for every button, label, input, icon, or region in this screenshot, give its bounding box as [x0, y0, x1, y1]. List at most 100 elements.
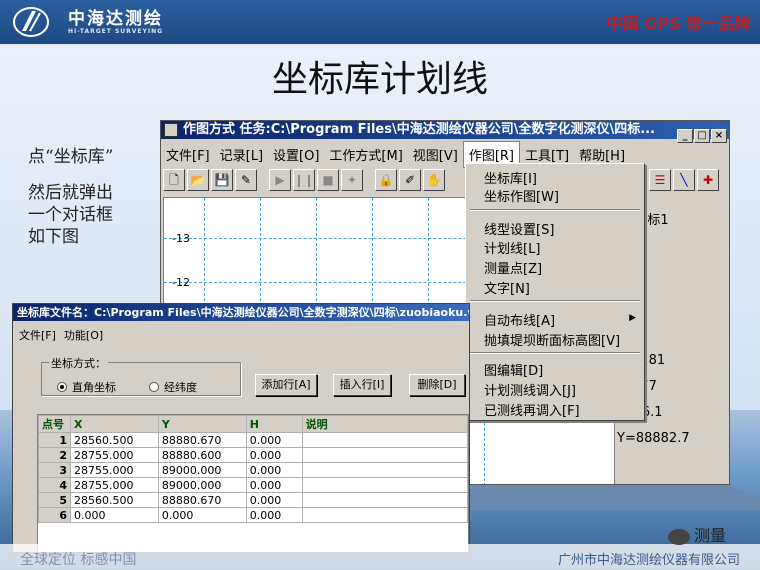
menu-item-measure-point[interactable]: 测量点[Z]: [484, 258, 542, 277]
edit-icon[interactable]: ✎: [235, 169, 257, 191]
cell-h[interactable]: 0.000: [245, 462, 303, 478]
cell-y[interactable]: 0.000: [157, 507, 247, 523]
menu-item-section-chart[interactable]: 抛填堤坝断面标高图[V]: [484, 330, 620, 349]
line-draw-icon[interactable]: ╲: [673, 169, 695, 191]
dialog-menu-function[interactable]: 功能[O]: [64, 329, 103, 342]
cell-x[interactable]: 28560.500: [69, 492, 159, 508]
dialog-menu-file[interactable]: 文件[F]: [19, 329, 56, 342]
note-line-3: 一个对话框: [28, 205, 113, 225]
crosshair-icon[interactable]: ✚: [697, 169, 719, 191]
cell-x[interactable]: 28755.000: [69, 462, 159, 478]
radio-rectangular[interactable]: 直角坐标: [57, 379, 116, 395]
menu-item-edit-drawing[interactable]: 图编辑[D]: [484, 360, 543, 379]
radio-unchecked-icon: [149, 382, 159, 392]
coord-library-dialog: 坐标库文件名：C:\Program Files\中海达测绘仪器公司\全数字测深仪…: [12, 303, 470, 553]
radio-checked-icon: [57, 382, 67, 392]
menu-item-reload-measured[interactable]: 已测线再调入[F]: [484, 400, 580, 419]
new-file-icon[interactable]: 🗋: [163, 169, 185, 191]
menu-separator: [470, 209, 640, 211]
cell-x[interactable]: 28560.500: [69, 432, 159, 448]
hand-icon[interactable]: ✋: [423, 169, 445, 191]
insert-row-button[interactable]: 插入行[I]: [333, 374, 391, 396]
note-line-1: 点“坐标库”: [28, 147, 114, 167]
col-header-y: Y: [157, 415, 247, 433]
drawing-window-title: 作图方式 任务:C:\Program Files\中海达测绘仪器公司\全数字化测…: [161, 121, 729, 139]
cell-note[interactable]: [301, 432, 468, 448]
col-header-x: X: [69, 415, 159, 433]
window-controls: _ □ ×: [676, 123, 727, 143]
cell-y[interactable]: 88880.600: [157, 447, 247, 463]
menu-settings[interactable]: 设置[O]: [268, 142, 324, 167]
cell-x[interactable]: 0.000: [69, 507, 159, 523]
menubar: 文件[F] 记录[L] 设置[O] 工作方式[M] 视图[V] 作图[R] 工具[T] 帮助[…: [161, 141, 729, 168]
menu-item-coord-library[interactable]: 坐标库[I]: [484, 168, 537, 187]
dialog-title: 坐标库文件名：C:\Program Files\中海达测绘仪器公司\全数字测深仪…: [13, 304, 469, 321]
cell-h[interactable]: 0.000: [245, 432, 303, 448]
table-row[interactable]: 6 0.000 0.000 0.000: [38, 507, 468, 523]
grid-label: -12: [172, 276, 190, 289]
cell-note[interactable]: [301, 507, 468, 523]
cell-h[interactable]: 0.000: [245, 492, 303, 508]
radio-latlon[interactable]: 经纬度: [149, 379, 197, 395]
cell-note[interactable]: [301, 447, 468, 463]
menu-item-auto-layout[interactable]: 自动布线[A]: [484, 310, 555, 329]
radio-latlon-label: 经纬度: [164, 381, 197, 394]
cell-y[interactable]: 89000.000: [157, 477, 247, 493]
cell-note[interactable]: [301, 492, 468, 508]
header-divider: [0, 44, 760, 47]
pause-icon[interactable]: ❙❙: [293, 169, 315, 191]
table-row[interactable]: 4 28755.000 89000.000 0.000: [38, 477, 468, 493]
stop-icon[interactable]: ■: [317, 169, 339, 191]
table-row[interactable]: 3 28755.000 89000.000 0.000: [38, 462, 468, 478]
menu-view[interactable]: 视图[V]: [408, 142, 463, 167]
record-icon[interactable]: ✦: [341, 169, 363, 191]
submenu-arrow-icon: ▶: [629, 313, 636, 323]
cell-note[interactable]: [301, 477, 468, 493]
cell-h[interactable]: 0.000: [245, 507, 303, 523]
col-header-h: H: [245, 415, 303, 433]
logo-name: 中海达测绘: [68, 9, 163, 29]
col-header-note: 说明: [301, 415, 468, 433]
play-icon[interactable]: ▶: [269, 169, 291, 191]
cell-x[interactable]: 28755.000: [69, 447, 159, 463]
table-header: 点号 X Y H 说明: [38, 415, 468, 433]
menu-separator: [470, 352, 640, 354]
logo-icon: [13, 7, 49, 37]
open-folder-icon[interactable]: 📂: [187, 169, 209, 191]
row-number: 3: [38, 462, 71, 478]
logo-subtitle: HI-TARGET SURVEYING: [68, 28, 164, 35]
menu-item-load-plan-line[interactable]: 计划测线调入[J]: [484, 380, 576, 399]
save-icon[interactable]: 💾: [211, 169, 233, 191]
table-row[interactable]: 2 28755.000 88880.600 0.000: [38, 447, 468, 463]
col-header-point: 点号: [38, 415, 71, 433]
lock-icon[interactable]: 🔒: [375, 169, 397, 191]
cell-y[interactable]: 88880.670: [157, 492, 247, 508]
pen-icon[interactable]: ✐: [399, 169, 421, 191]
cell-h[interactable]: 0.000: [245, 447, 303, 463]
append-row-button[interactable]: 添加行[A]: [255, 374, 317, 396]
cell-y[interactable]: 88880.670: [157, 432, 247, 448]
menu-item-line-style[interactable]: 线型设置[S]: [484, 219, 554, 238]
table-row[interactable]: 5 28560.500 88880.670 0.000: [38, 492, 468, 508]
menu-item-plan-line[interactable]: 计划线[L]: [484, 238, 540, 257]
table-row[interactable]: 1 28560.500 88880.670 0.000: [38, 432, 468, 448]
note-line-4: 如下图: [28, 227, 79, 247]
app-icon: [164, 123, 178, 137]
cell-x[interactable]: 28755.000: [69, 477, 159, 493]
menu-record[interactable]: 记录[L]: [215, 142, 268, 167]
delete-button[interactable]: 删除[D]: [409, 374, 465, 396]
wechat-label: 测量: [694, 526, 727, 545]
wechat-icon: [668, 528, 690, 545]
cell-h[interactable]: 0.000: [245, 477, 303, 493]
menu-workmode[interactable]: 工作方式[M]: [324, 142, 407, 167]
cell-note[interactable]: [301, 462, 468, 478]
slide: 中海达测绘 HI-TARGET SURVEYING 中国 GPS 第一品牌 坐标…: [0, 0, 760, 570]
menu-item-coord-plot[interactable]: 坐标作图[W]: [484, 186, 559, 205]
cell-y[interactable]: 89000.000: [157, 462, 247, 478]
lines-icon[interactable]: ☰: [649, 169, 671, 191]
draw-menu-dropdown: 坐标库[I] 坐标作图[W] 线型设置[S] 计划线[L] 测量点[Z] 文字[…: [465, 163, 645, 421]
wechat-badge: 测量: [668, 522, 738, 545]
menu-file[interactable]: 文件[F]: [161, 142, 215, 167]
menu-item-text[interactable]: 文字[N]: [484, 278, 530, 297]
row-number: 2: [38, 447, 71, 463]
